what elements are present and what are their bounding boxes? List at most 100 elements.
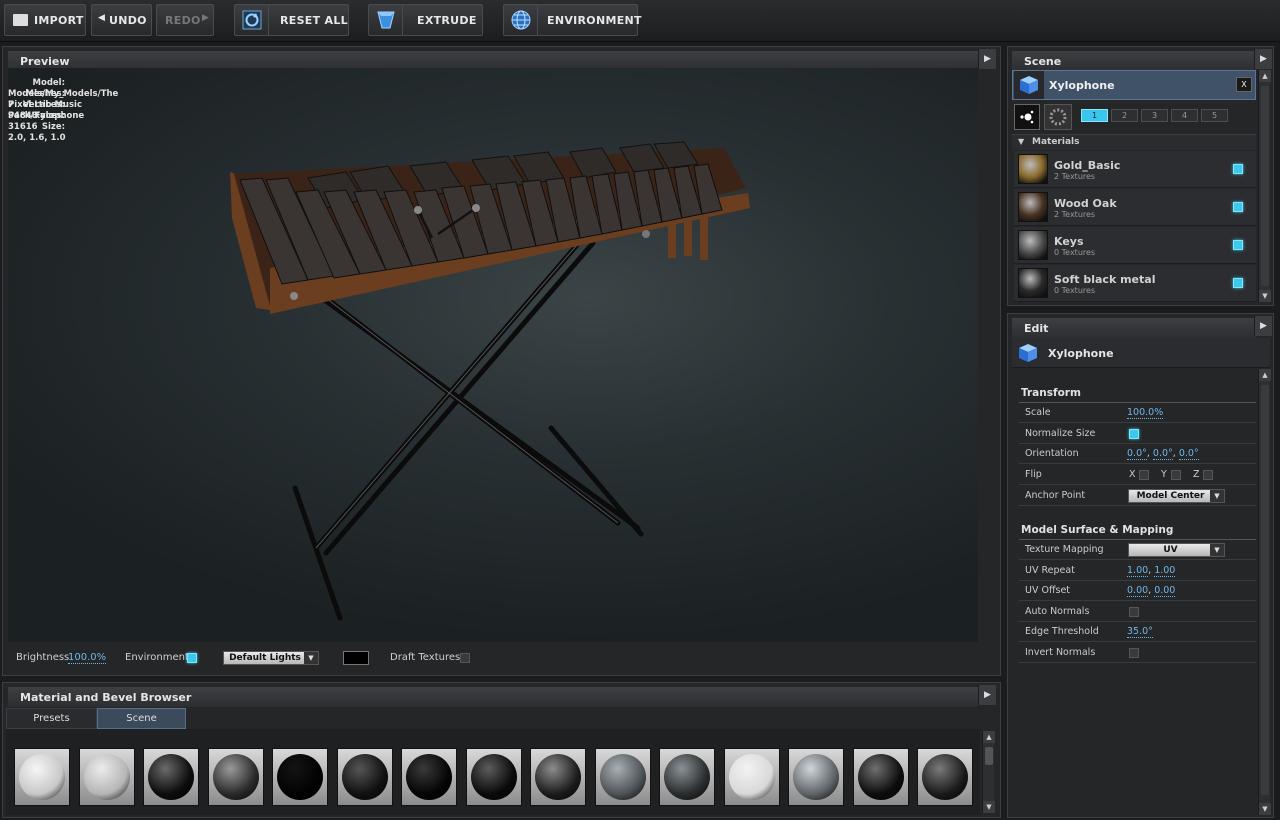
orientation-row: Orientation 0.0°, 0.0°, 0.0° bbox=[1019, 444, 1256, 464]
materials-header[interactable]: ▼ Materials bbox=[1012, 134, 1256, 150]
edit-object-name: Xylophone bbox=[1048, 347, 1114, 360]
tab-presets[interactable]: Presets bbox=[6, 708, 97, 729]
preview-expand-button[interactable]: ▶ bbox=[978, 49, 996, 69]
preview-viewport[interactable]: Model:Models/My_Models/The Pixel Lab Mus… bbox=[8, 68, 978, 642]
material-swatch[interactable] bbox=[594, 748, 651, 806]
material-thumbnail bbox=[1018, 192, 1048, 222]
material-browser-scrollbar[interactable]: ▲ ▼ bbox=[982, 731, 995, 813]
uv-offset-v[interactable]: 0.00 bbox=[1154, 585, 1176, 597]
material-enabled-checkbox[interactable] bbox=[1233, 240, 1243, 250]
particles-icon[interactable] bbox=[1044, 104, 1072, 130]
reset-all-button[interactable]: RESET ALL bbox=[234, 4, 349, 36]
close-object-button[interactable]: X bbox=[1236, 77, 1252, 92]
orientation-z[interactable]: 0.0° bbox=[1178, 448, 1199, 460]
material-swatch[interactable] bbox=[272, 748, 328, 806]
edit-scrollbar[interactable]: ▲ ▼ bbox=[1258, 369, 1271, 815]
uv-offset-u[interactable]: 0.00 bbox=[1127, 585, 1149, 597]
material-swatch[interactable] bbox=[788, 748, 844, 806]
node-view-icon[interactable] bbox=[1014, 104, 1040, 130]
invert-normals-label: Invert Normals bbox=[1025, 647, 1096, 658]
tab-scene[interactable]: Scene bbox=[97, 708, 186, 729]
scene-object-row[interactable]: Xylophone X bbox=[1012, 70, 1256, 100]
material-row[interactable]: Soft black metal 0 Textures bbox=[1014, 265, 1256, 302]
scroll-up-icon[interactable]: ▲ bbox=[1259, 70, 1271, 82]
normalize-size-checkbox[interactable] bbox=[1129, 429, 1139, 439]
material-swatch[interactable] bbox=[143, 748, 199, 806]
material-sphere-icon bbox=[535, 754, 581, 800]
environment-button[interactable]: ENVIRONMENT bbox=[503, 4, 642, 36]
flip-z-checkbox[interactable] bbox=[1203, 470, 1213, 480]
material-sphere-icon bbox=[793, 754, 839, 800]
material-swatch[interactable] bbox=[917, 748, 973, 806]
scroll-up-icon[interactable]: ▲ bbox=[983, 731, 995, 743]
material-swatch[interactable] bbox=[723, 748, 780, 806]
layer-tab-1[interactable]: 1 bbox=[1081, 109, 1108, 122]
environment-checkbox[interactable] bbox=[187, 653, 197, 663]
background-color-swatch[interactable] bbox=[343, 651, 369, 665]
normalize-size-label: Normalize Size bbox=[1025, 428, 1096, 439]
material-enabled-checkbox[interactable] bbox=[1233, 278, 1243, 288]
extrude-button[interactable]: EXTRUDE bbox=[368, 4, 483, 36]
redo-button[interactable]: REDO ▶ bbox=[156, 4, 214, 36]
material-swatch[interactable] bbox=[78, 748, 135, 806]
layer-tab-4[interactable]: 4 bbox=[1171, 109, 1198, 122]
anchor-point-select[interactable]: Model Center ▼ bbox=[1128, 489, 1225, 503]
material-enabled-checkbox[interactable] bbox=[1233, 202, 1243, 212]
material-sphere-icon bbox=[728, 754, 775, 800]
material-thumbnail bbox=[1018, 268, 1048, 298]
toolbar: IMPORT ◀ UNDO REDO ▶ RESET ALL EXTRUDE E… bbox=[0, 0, 1280, 42]
anchor-row: Anchor Point Model Center ▼ bbox=[1019, 486, 1256, 506]
material-swatch[interactable] bbox=[530, 748, 586, 806]
edge-threshold-value[interactable]: 35.0° bbox=[1127, 626, 1153, 638]
brightness-value[interactable]: 100.0% bbox=[68, 652, 107, 664]
uv-offset-values: 0.00, 0.00 bbox=[1127, 585, 1176, 597]
import-button[interactable]: IMPORT bbox=[4, 4, 86, 36]
scene-expand-button[interactable]: ▶ bbox=[1254, 49, 1272, 69]
material-row[interactable]: Wood Oak 2 Textures bbox=[1014, 189, 1256, 226]
invert-normals-checkbox[interactable] bbox=[1129, 648, 1139, 658]
texture-mapping-select[interactable]: UV ▼ bbox=[1128, 543, 1225, 557]
orientation-y[interactable]: 0.0° bbox=[1152, 448, 1173, 460]
scroll-up-icon[interactable]: ▲ bbox=[1259, 369, 1271, 381]
scroll-thumb[interactable] bbox=[1261, 385, 1269, 795]
scale-value[interactable]: 100.0% bbox=[1127, 407, 1164, 419]
material-swatch[interactable] bbox=[14, 748, 70, 806]
layer-tab-3[interactable]: 3 bbox=[1141, 109, 1168, 122]
uv-repeat-label: UV Repeat bbox=[1025, 565, 1075, 576]
layer-tab-5[interactable]: 5 bbox=[1201, 109, 1228, 122]
scroll-thumb[interactable] bbox=[985, 747, 993, 765]
reset-circle-icon bbox=[235, 5, 269, 35]
flip-x-checkbox[interactable] bbox=[1139, 470, 1149, 480]
material-row[interactable]: Gold_Basic 2 Textures bbox=[1014, 151, 1256, 188]
material-swatch[interactable] bbox=[336, 748, 393, 806]
auto-normals-checkbox[interactable] bbox=[1129, 607, 1139, 617]
flip-y-checkbox[interactable] bbox=[1171, 470, 1181, 480]
material-sphere-icon bbox=[664, 754, 710, 800]
material-swatch[interactable] bbox=[852, 748, 909, 806]
scroll-thumb[interactable] bbox=[1261, 86, 1269, 286]
scene-scrollbar[interactable]: ▲ ▼ bbox=[1258, 70, 1271, 302]
material-swatch[interactable] bbox=[465, 748, 522, 806]
material-swatch[interactable] bbox=[401, 748, 457, 806]
material-row[interactable]: Keys 0 Textures bbox=[1014, 227, 1256, 264]
scroll-down-icon[interactable]: ▼ bbox=[983, 801, 995, 813]
uv-repeat-v[interactable]: 1.00 bbox=[1154, 565, 1176, 577]
orientation-x[interactable]: 0.0° bbox=[1127, 448, 1147, 460]
uv-repeat-values: 1.00, 1.00 bbox=[1127, 565, 1176, 577]
material-browser-expand-button[interactable]: ▶ bbox=[978, 685, 996, 705]
layer-tab-2[interactable]: 2 bbox=[1111, 109, 1138, 122]
scroll-down-icon[interactable]: ▼ bbox=[1259, 290, 1271, 302]
edit-expand-button[interactable]: ▶ bbox=[1254, 316, 1272, 336]
lights-select[interactable]: Default Lights ▼ bbox=[223, 651, 319, 665]
material-sphere-icon bbox=[599, 754, 646, 800]
material-swatch[interactable] bbox=[659, 748, 715, 806]
undo-button[interactable]: ◀ UNDO bbox=[91, 4, 152, 36]
material-swatch[interactable] bbox=[207, 748, 264, 806]
draft-textures-checkbox[interactable] bbox=[460, 653, 470, 663]
material-browser-title: Material and Bevel Browser bbox=[8, 687, 978, 707]
material-texture-count: 0 Textures bbox=[1054, 286, 1096, 295]
uv-repeat-u[interactable]: 1.00 bbox=[1127, 565, 1149, 577]
scroll-down-icon[interactable]: ▼ bbox=[1259, 803, 1271, 815]
flip-row: Flip X Y Z bbox=[1019, 465, 1256, 485]
material-enabled-checkbox[interactable] bbox=[1233, 164, 1243, 174]
